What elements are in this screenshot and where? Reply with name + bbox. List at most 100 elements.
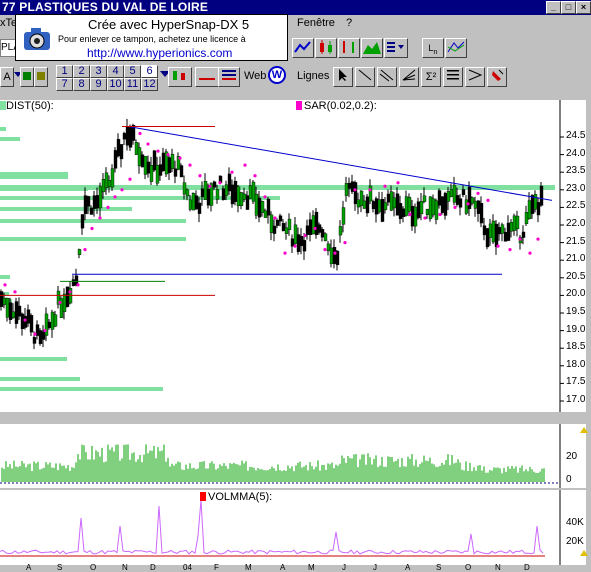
close-button[interactable]: × — [576, 1, 591, 14]
price-tick-label: 22.5 — [566, 200, 586, 212]
maximize-button[interactable]: □ — [561, 1, 576, 14]
period-button-6[interactable]: 6 — [141, 65, 158, 78]
dist-bar — [0, 237, 186, 241]
candle-body — [305, 225, 310, 235]
candle-body — [311, 215, 316, 235]
dist-bar — [0, 219, 186, 223]
sar-dot — [188, 163, 192, 167]
period-button-8[interactable]: 8 — [73, 78, 90, 91]
sar-dot — [486, 198, 490, 202]
candle-body — [359, 190, 364, 206]
candle-body — [113, 150, 118, 169]
sar-dot — [438, 212, 442, 217]
candle-body — [146, 161, 151, 174]
erase-tool-button[interactable] — [487, 67, 507, 87]
period-button-11[interactable]: 11 — [124, 78, 141, 91]
style-dropdown-icon — [387, 42, 404, 52]
volmma-swatch — [200, 492, 206, 501]
candle-body — [527, 200, 532, 220]
candle-body — [77, 249, 82, 255]
menu-item-help[interactable]: ? — [346, 17, 352, 29]
candle-body — [152, 150, 157, 171]
compare-button[interactable] — [445, 38, 467, 58]
candle-body — [128, 127, 133, 148]
font-button[interactable]: A — [0, 67, 14, 87]
candle-body — [281, 223, 286, 231]
stamp-url[interactable]: http://www.hyperionics.com — [87, 46, 232, 60]
chart-style-button[interactable] — [384, 38, 408, 58]
diagonal-line-icon — [358, 69, 372, 81]
period-button-3[interactable]: 3 — [90, 65, 107, 78]
area-icon — [363, 42, 381, 54]
period-button-7[interactable]: 7 — [56, 78, 73, 91]
candle-body — [71, 279, 76, 286]
candle-body — [344, 183, 349, 196]
volume-chart[interactable] — [0, 424, 586, 488]
candle-body — [257, 197, 262, 218]
candle-body — [275, 219, 280, 226]
candle-body — [158, 164, 163, 176]
period-button-5[interactable]: 5 — [124, 65, 141, 78]
sar-dot — [313, 226, 317, 231]
fan-tool-button[interactable] — [399, 67, 419, 87]
lines-style-button[interactable] — [218, 67, 240, 87]
sar-dot — [138, 131, 142, 136]
period-button-4[interactable]: 4 — [107, 65, 124, 78]
price-tick-label: 23.5 — [566, 165, 586, 177]
candle-body — [80, 214, 85, 229]
sar-dot — [263, 195, 267, 199]
select-tool-button[interactable] — [333, 67, 353, 87]
candle-body — [86, 196, 91, 207]
hypersnap-stamp: Crée avec HyperSnap-DX 5 Pour enlever ce… — [15, 14, 288, 61]
regression-tool-button[interactable]: Σ² — [421, 67, 441, 87]
candle-body — [227, 173, 232, 192]
palette-button[interactable] — [34, 67, 48, 87]
color-swatch-icon — [23, 72, 31, 80]
sar-dot — [106, 205, 110, 209]
channel-tool-button[interactable] — [377, 67, 397, 87]
menu-item-fenetre[interactable]: Fenêtre — [297, 17, 335, 29]
candle-body — [248, 185, 253, 199]
period-button-10[interactable]: 10 — [107, 78, 124, 91]
volmma-marker-icon — [580, 550, 588, 556]
color-button[interactable] — [20, 67, 34, 87]
volmma-chart[interactable] — [0, 490, 586, 565]
period-button-9[interactable]: 9 — [90, 78, 107, 91]
candle-body — [233, 180, 238, 202]
arrow-tool-button[interactable] — [465, 67, 485, 87]
candle-chart-button[interactable] — [315, 38, 337, 58]
sar-dot — [453, 205, 457, 209]
log-scale-button[interactable]: Ln — [422, 38, 444, 58]
candle-body — [236, 186, 241, 206]
price-scroll[interactable] — [586, 100, 591, 412]
underline-button[interactable] — [195, 67, 219, 87]
candle-body — [134, 142, 139, 155]
candle-body — [38, 330, 43, 344]
bar-style-button[interactable] — [168, 67, 192, 87]
sar-dot — [146, 142, 150, 146]
sar-dot — [528, 251, 532, 255]
volmma-label: VOLMMA(5): — [208, 491, 273, 503]
dist-bar — [0, 275, 10, 279]
minimize-button[interactable]: _ — [546, 1, 561, 14]
area-chart-button[interactable] — [361, 38, 383, 58]
sar-dot — [383, 184, 387, 188]
period-button-12[interactable]: 12 — [141, 78, 158, 91]
candle-body — [191, 192, 196, 211]
candle-body — [251, 181, 256, 202]
bar-chart-button[interactable] — [338, 38, 360, 58]
price-chart[interactable] — [0, 100, 586, 412]
candle-body — [329, 247, 334, 265]
web-globe-icon[interactable]: W — [268, 66, 286, 84]
price-tick-label: 18.5 — [566, 341, 586, 353]
line-chart-button[interactable] — [292, 38, 314, 58]
line-tool-button[interactable] — [355, 67, 375, 87]
candle-body — [536, 202, 541, 216]
period-button-2[interactable]: 2 — [73, 65, 90, 78]
candle-body — [407, 196, 412, 212]
candle-body — [341, 207, 346, 225]
period-button-1[interactable]: 1 — [56, 65, 73, 78]
levels-tool-button[interactable] — [443, 67, 463, 87]
candle-body — [230, 184, 235, 205]
red-line-icon — [199, 78, 215, 80]
